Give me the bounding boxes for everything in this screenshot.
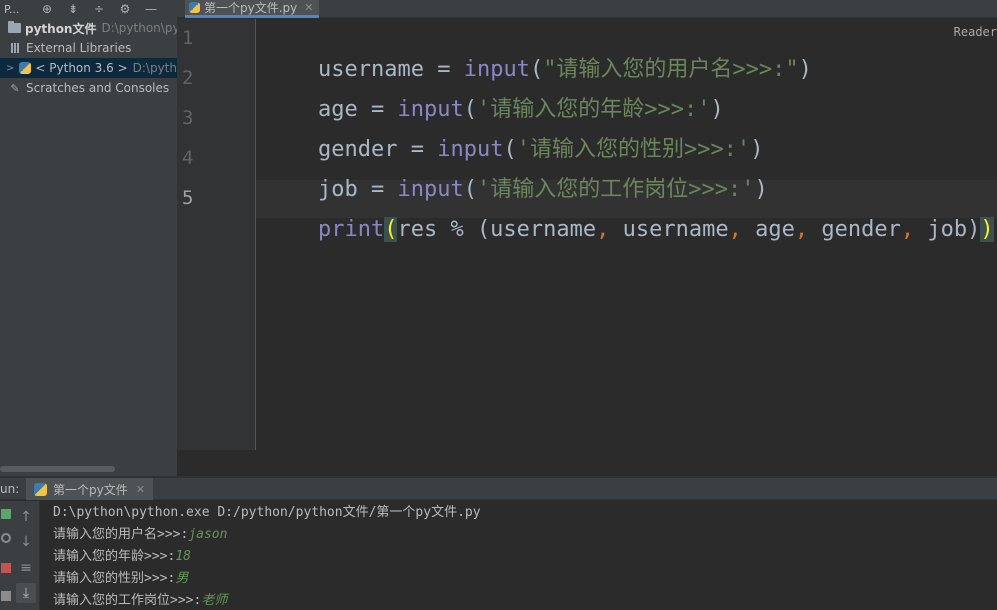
run-tab-first-py-file[interactable]: 第一个py文件 ✕ <box>26 478 153 500</box>
locate-icon[interactable]: ⊕ <box>34 0 60 18</box>
code-line-1: username = input("请输入您的用户名>>>:") <box>317 57 812 82</box>
close-icon[interactable]: ✕ <box>304 1 313 14</box>
tree-horizontal-scrollbar[interactable] <box>0 466 115 472</box>
console-line: 请输入您的性别>>>:男 <box>53 571 189 586</box>
python-icon <box>19 62 32 74</box>
python-file-icon <box>34 482 47 496</box>
soft-wrap-icon[interactable]: ≡ <box>16 558 36 578</box>
console-line: 请输入您的用户名>>>:jason <box>53 527 228 542</box>
project-view-selector[interactable]: P... <box>0 3 34 16</box>
arrow-up-icon[interactable]: ↑ <box>16 507 36 527</box>
expand-all-icon[interactable]: ÷ <box>86 0 112 18</box>
minimize-icon[interactable]: — <box>138 0 164 18</box>
scratches-icon: ✎ <box>10 81 20 95</box>
editor-gutter: 1 2 3 4 5 <box>177 19 256 450</box>
restart-icon[interactable] <box>1 533 11 543</box>
line-number: 4 <box>182 147 194 169</box>
console-line: D:\python\python.exe D:/python/python文件/… <box>53 505 481 520</box>
python-file-icon <box>189 2 200 13</box>
tree-item-path: D:\pyth <box>132 61 177 75</box>
tree-item-external-libraries[interactable]: External Libraries <box>0 38 177 58</box>
console-user-input: 18 <box>175 549 191 564</box>
editor-tabbar: 第一个py文件.py ✕ <box>177 0 997 18</box>
tree-item-project-root[interactable]: python文件 D:\python\py <box>0 18 177 38</box>
code-editor[interactable]: username = input("请输入您的用户名>>>:") age = i… <box>256 19 997 450</box>
line-number-current: 5 <box>182 187 194 209</box>
stop-icon[interactable] <box>1 563 11 573</box>
line-number: 2 <box>182 67 194 89</box>
tree-item-label: External Libraries <box>26 41 132 55</box>
console-line: 请输入您的工作岗位>>>:老师 <box>53 593 228 608</box>
tree-item-label: < Python 3.6 > <box>35 61 128 75</box>
arrow-down-icon[interactable]: ↓ <box>16 532 36 552</box>
run-panel-label: un: <box>0 482 20 496</box>
gear-icon[interactable]: ⚙ <box>112 0 138 18</box>
run-tab-label: 第一个py文件 <box>53 482 128 497</box>
code-line-4: job = input('请输入您的工作岗位>>>:') <box>317 177 768 202</box>
console-user-input: jason <box>188 527 228 542</box>
tab-first-py-file[interactable]: 第一个py文件.py ✕ <box>185 0 320 18</box>
tree-item-python-sdk[interactable]: > < Python 3.6 > D:\pyth <box>0 58 177 78</box>
folder-icon <box>8 21 21 34</box>
console-line: 请输入您的年龄>>>:18 <box>53 549 191 564</box>
rerun-icon[interactable] <box>1 509 11 519</box>
scroll-to-end-icon[interactable]: ⤓ <box>16 583 36 603</box>
console-toolbar: ↑ ↓ ≡ ⤓ <box>12 501 40 610</box>
matched-bracket-close: ) <box>980 217 994 242</box>
matched-bracket-open: ( <box>384 217 398 242</box>
code-line-2: age = input('请输入您的年龄>>>:') <box>317 97 724 122</box>
close-icon[interactable]: ✕ <box>136 483 145 496</box>
tree-item-label: python文件 <box>25 21 97 36</box>
code-line-3: gender = input('请输入您的性别>>>:') <box>317 137 764 162</box>
tree-item-scratches[interactable]: ✎ Scratches and Consoles <box>0 78 177 98</box>
code-line-5: print(res % (username, username, age, ge… <box>317 217 994 242</box>
line-number: 1 <box>182 27 194 49</box>
chevron-right-icon[interactable]: > <box>6 63 19 74</box>
run-console[interactable]: D:\python\python.exe D:/python/python文件/… <box>40 501 997 610</box>
libraries-icon <box>8 42 22 54</box>
console-user-input: 老师 <box>201 593 228 608</box>
tree-item-path: D:\python\py <box>101 21 177 35</box>
console-user-input: 男 <box>175 571 189 586</box>
run-action-toolbar <box>0 501 12 610</box>
pin-icon[interactable] <box>1 591 11 601</box>
tab-label: 第一个py文件.py <box>204 1 298 15</box>
collapse-all-icon[interactable]: ⇟ <box>60 0 86 18</box>
tree-item-label: Scratches and Consoles <box>26 81 170 95</box>
project-tree: python文件 D:\python\py External Libraries… <box>0 18 177 476</box>
reader-mode-toggle[interactable]: Reader <box>954 25 997 39</box>
run-panel-header: un: 第一个py文件 ✕ <box>0 478 997 500</box>
line-number: 3 <box>182 107 194 129</box>
project-toolbar: P... ⊕ ⇟ ÷ ⚙ — <box>0 0 177 18</box>
